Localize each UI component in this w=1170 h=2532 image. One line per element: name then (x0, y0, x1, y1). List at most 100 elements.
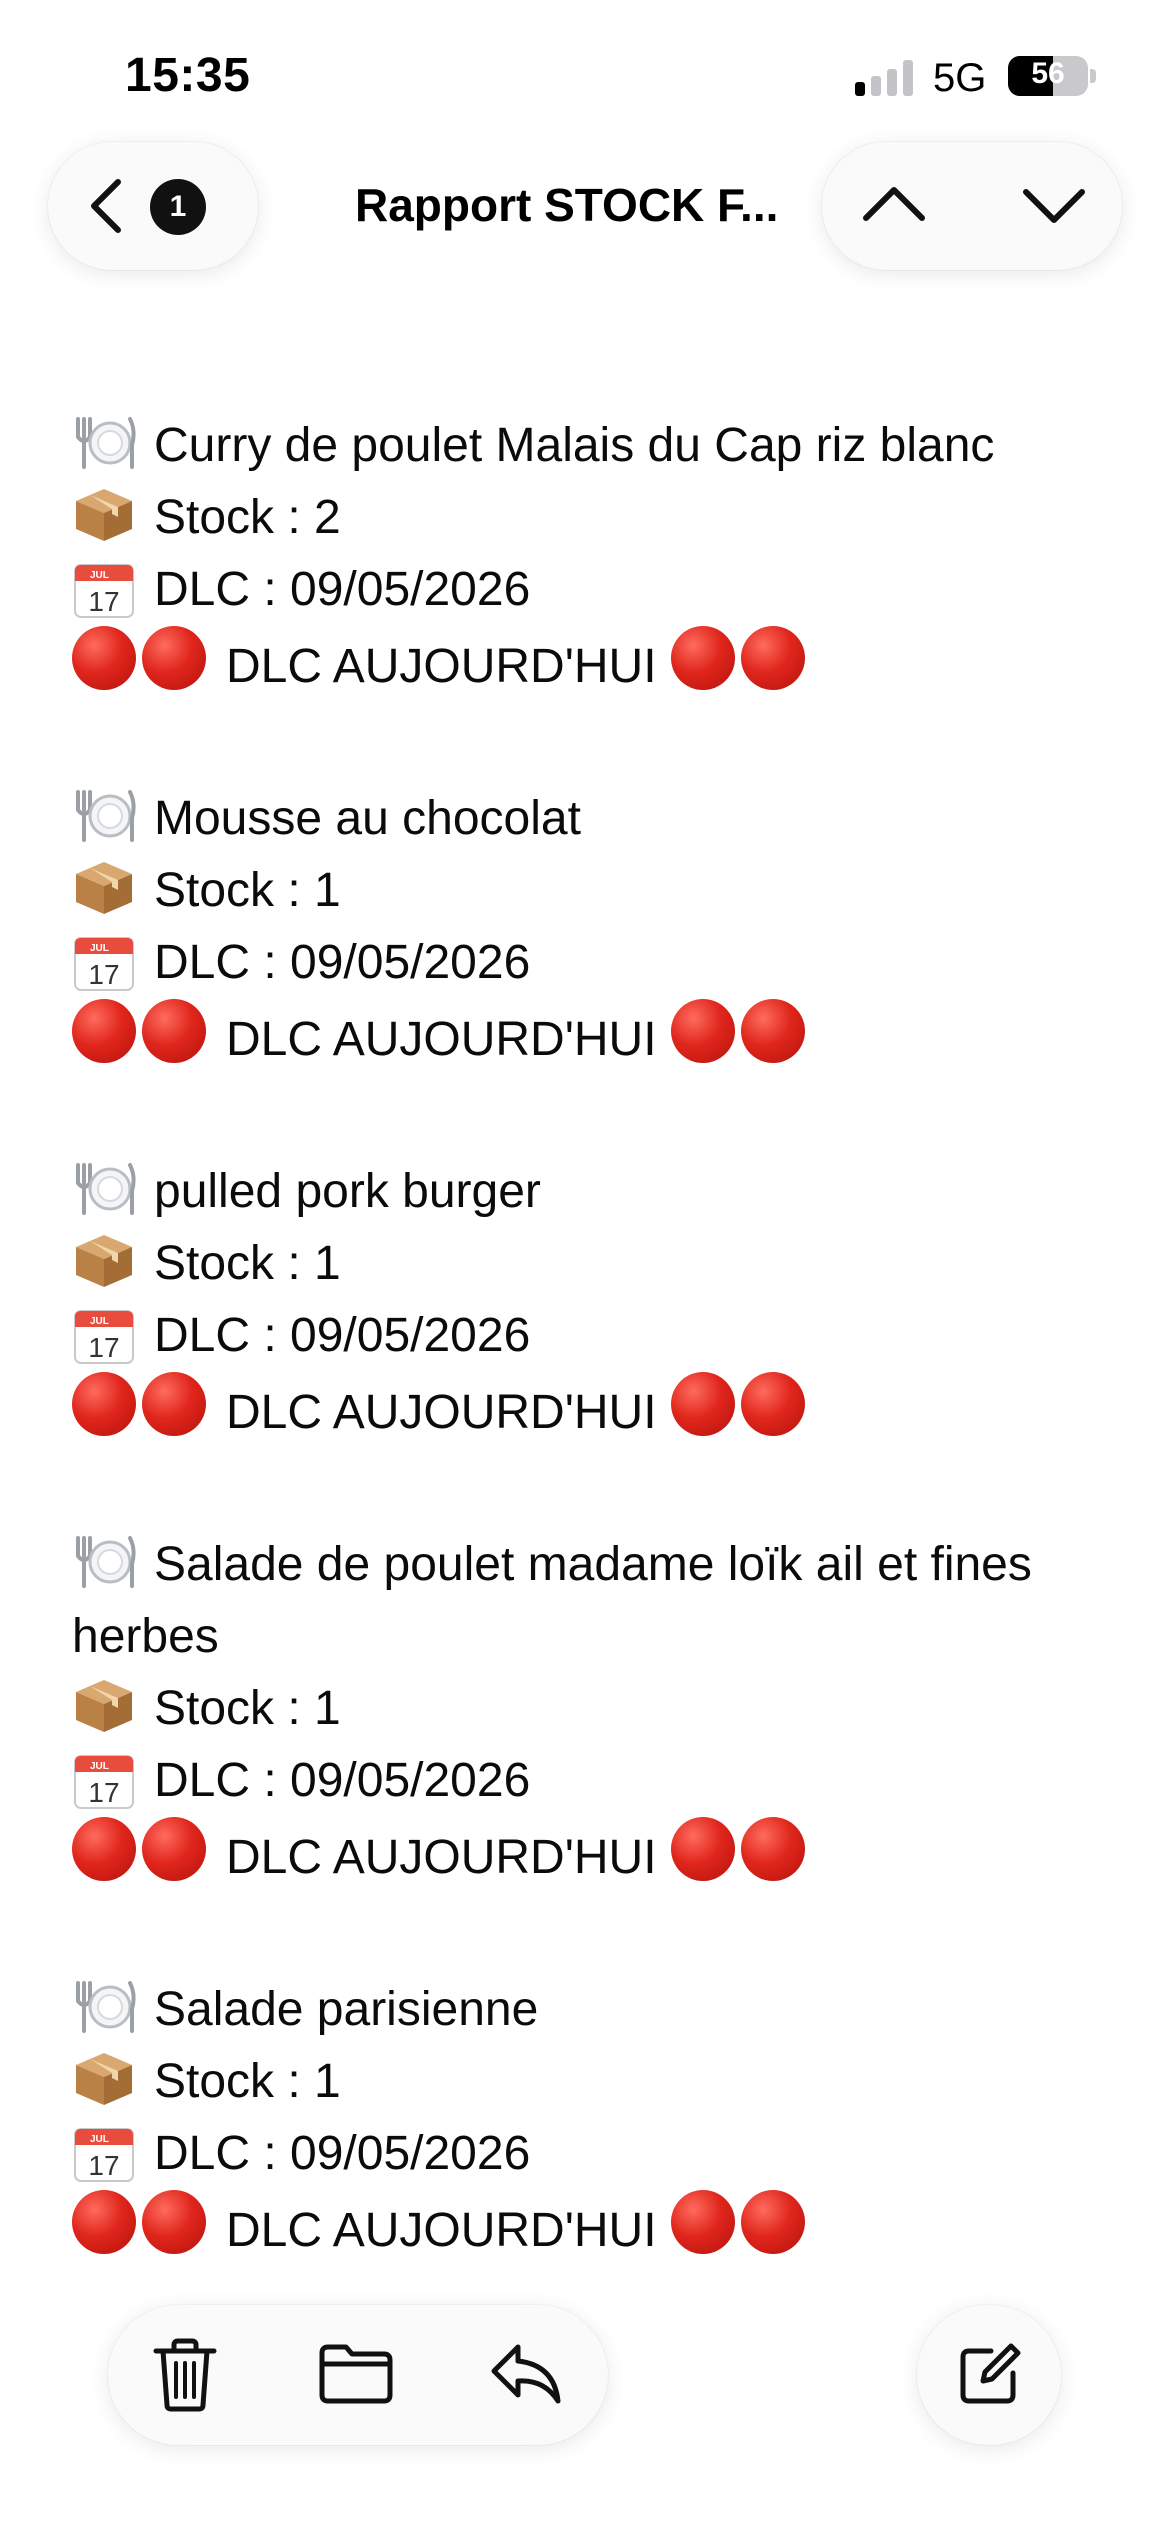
red-circle-icon (72, 999, 136, 1063)
stock-item: Salade parisienne Stock : 1 JUL 17 DLC : 09/… (72, 1974, 1112, 2275)
item-alert: DLC AUJOURD'HUI (226, 640, 657, 693)
red-circle-icons (670, 1372, 811, 1457)
red-circle-icon (72, 1372, 136, 1436)
item-name: herbes (72, 1610, 219, 1663)
item-alert-line: DLC AUJOURD'HUI (72, 2190, 1112, 2275)
trash-icon[interactable] (150, 2337, 220, 2413)
red-circle-icon (670, 999, 735, 1063)
svg-text:JUL: JUL (90, 943, 109, 954)
red-circle-icons (670, 2190, 811, 2275)
item-dlc: DLC : 09/05/2026 (154, 1754, 531, 1807)
red-circle-icon (142, 1817, 206, 1881)
red-circle-icon (72, 1817, 136, 1881)
svg-text:17: 17 (88, 1777, 119, 1808)
item-name: Salade de poulet madame loïk ail et fine… (154, 1538, 1032, 1591)
red-circle-icon (142, 626, 206, 690)
item-alert-line: DLC AUJOURD'HUI (72, 1372, 1112, 1457)
message-navigation (822, 142, 1122, 270)
item-name-line: Curry de poulet Malais du Cap riz blanc (72, 410, 1112, 482)
calendar-icon: JUL 17 (72, 932, 136, 991)
status-bar: 15:35 5G 56 (0, 0, 1170, 150)
red-circle-icons (670, 999, 811, 1084)
compose-icon (960, 2343, 1021, 2404)
item-name: Curry de poulet Malais du Cap riz blanc (154, 419, 995, 472)
item-name: Salade parisienne (154, 1983, 539, 2036)
red-circle-icons (72, 2190, 212, 2275)
battery-icon: 56 (1008, 56, 1088, 96)
red-circle-icon (740, 2190, 805, 2254)
red-circle-icon (670, 626, 735, 690)
red-circle-icon (740, 999, 805, 1063)
item-stock-line: Stock : 1 (72, 1673, 1112, 1745)
item-dlc: DLC : 09/05/2026 (154, 936, 531, 989)
item-stock-line: Stock : 1 (72, 2046, 1112, 2118)
reply-icon[interactable] (488, 2341, 564, 2407)
item-alert: DLC AUJOURD'HUI (226, 1013, 657, 1066)
plate-icon (72, 788, 136, 844)
red-circle-icon (740, 1372, 805, 1436)
stock-item: Salade de poulet madame loïk ail et fine… (72, 1529, 1112, 1902)
item-alert-line: DLC AUJOURD'HUI (72, 999, 1112, 1084)
svg-text:17: 17 (88, 1332, 119, 1363)
plate-icon (72, 415, 136, 471)
item-dlc-line: JUL 17 DLC : 09/05/2026 (72, 554, 1112, 626)
calendar-icon: JUL 17 (72, 2123, 136, 2182)
page-title: Rapport STOCK F... (355, 179, 779, 231)
red-circle-icon (142, 999, 206, 1063)
red-circle-icon (670, 1817, 735, 1881)
battery-level: 56 (1031, 57, 1065, 90)
item-dlc: DLC : 09/05/2026 (154, 2127, 531, 2180)
folder-icon[interactable] (318, 2343, 394, 2405)
red-circle-icon (670, 1372, 735, 1436)
item-stock: Stock : 1 (154, 2055, 341, 2108)
red-circle-icons (670, 1817, 811, 1902)
item-dlc-line: JUL 17 DLC : 09/05/2026 (72, 1300, 1112, 1372)
back-button[interactable]: 1 (48, 142, 258, 270)
svg-text:17: 17 (88, 959, 119, 990)
stock-item: Curry de poulet Malais du Cap riz blanc S… (72, 410, 1112, 711)
stock-item: Mousse au chocolat Stock : 1 JUL 17 DLC : 09… (72, 783, 1112, 1084)
item-name-line: herbes (72, 1601, 1112, 1673)
chevron-up-icon[interactable] (860, 180, 928, 230)
item-name-line: pulled pork burger (72, 1156, 1112, 1228)
network-type: 5G (933, 56, 987, 100)
item-name: pulled pork burger (154, 1165, 541, 1218)
item-dlc: DLC : 09/05/2026 (154, 563, 531, 616)
svg-text:JUL: JUL (90, 1316, 109, 1327)
package-icon (72, 487, 136, 543)
compose-button[interactable] (917, 2305, 1061, 2445)
item-stock: Stock : 1 (154, 864, 341, 917)
chevron-down-icon[interactable] (1020, 180, 1088, 230)
message-actions-toolbar (108, 2305, 608, 2445)
calendar-icon: JUL 17 (72, 1305, 136, 1364)
red-circle-icon (72, 626, 136, 690)
item-dlc-line: JUL 17 DLC : 09/05/2026 (72, 1745, 1112, 1817)
plate-icon (72, 1979, 136, 2035)
stock-item: pulled pork burger Stock : 1 JUL 17 DLC : 09… (72, 1156, 1112, 1457)
battery-cap (1090, 69, 1096, 83)
item-stock-line: Stock : 1 (72, 1228, 1112, 1300)
plate-icon (72, 1534, 136, 1590)
red-circle-icon (142, 1372, 206, 1436)
red-circle-icon (72, 2190, 136, 2254)
svg-text:JUL: JUL (90, 1761, 109, 1772)
item-stock: Stock : 1 (154, 1682, 341, 1735)
svg-text:JUL: JUL (90, 2134, 109, 2145)
red-circle-icons (72, 1817, 212, 1902)
package-icon (72, 1233, 136, 1289)
item-stock-line: Stock : 2 (72, 482, 1112, 554)
item-dlc-line: JUL 17 DLC : 09/05/2026 (72, 2118, 1112, 2190)
unread-count-badge: 1 (150, 179, 206, 235)
cellular-signal-icon (855, 60, 917, 96)
message-body: Curry de poulet Malais du Cap riz blanc S… (72, 410, 1112, 2347)
item-alert-line: DLC AUJOURD'HUI (72, 626, 1112, 711)
item-dlc: DLC : 09/05/2026 (154, 1309, 531, 1362)
red-circle-icons (72, 1372, 212, 1457)
red-circle-icons (72, 999, 212, 1084)
item-alert: DLC AUJOURD'HUI (226, 1831, 657, 1884)
red-circle-icon (142, 2190, 206, 2254)
red-circle-icon (740, 1817, 805, 1881)
package-icon (72, 2051, 136, 2107)
chevron-left-icon (91, 179, 121, 233)
item-stock: Stock : 1 (154, 1237, 341, 1290)
